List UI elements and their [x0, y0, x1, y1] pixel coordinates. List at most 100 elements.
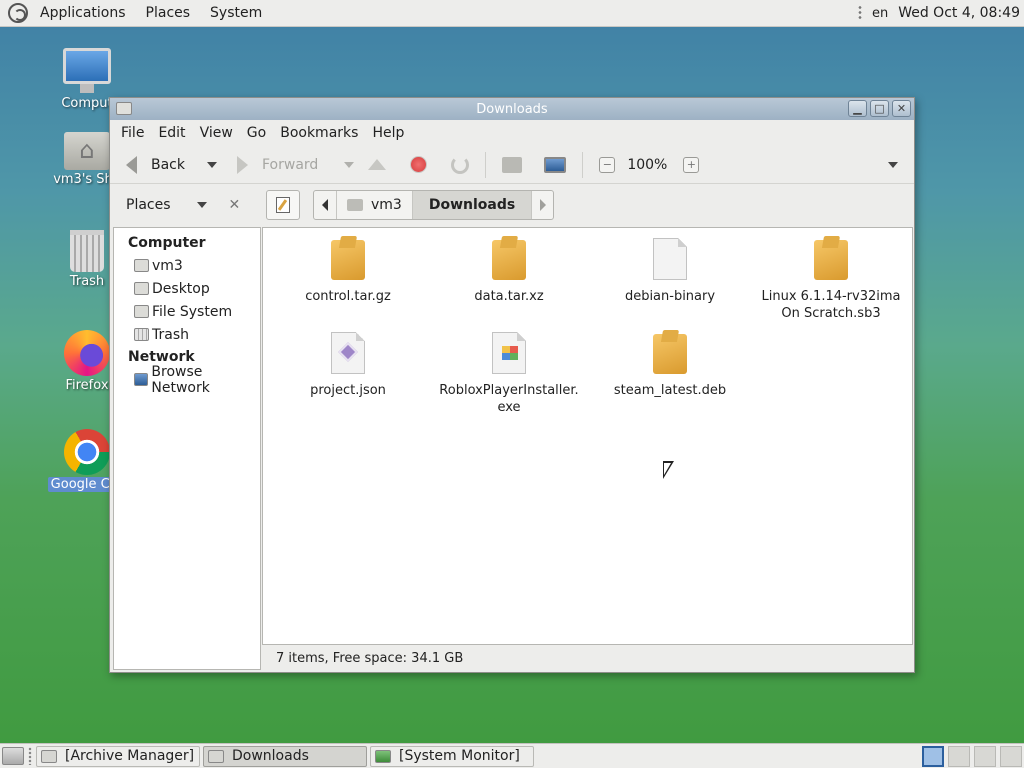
chevron-down-icon [196, 202, 207, 208]
file-item-debian-binary[interactable]: debian-binary [590, 238, 750, 305]
toolbar-separator [582, 151, 584, 178]
breadcrumb-vm3[interactable]: vm3 [336, 191, 412, 219]
taskbar-item-archive-manager[interactable]: [Archive Manager] [36, 745, 200, 767]
sidebar-item-label: File System [152, 303, 233, 320]
file-item-data-tar-xz[interactable]: data.tar.xz [429, 240, 589, 305]
exe-file-icon [492, 332, 526, 374]
drive-icon [134, 305, 149, 318]
menu-edit[interactable]: Edit [151, 125, 192, 141]
file-view[interactable]: control.tar.gz data.tar.xz debian-binary… [262, 227, 913, 645]
stop-icon [410, 156, 428, 173]
menu-file[interactable]: File [114, 125, 151, 141]
chevron-down-icon [344, 161, 355, 168]
mouse-pointer-icon [663, 461, 674, 479]
menu-bookmarks[interactable]: Bookmarks [273, 125, 365, 141]
archive-manager-icon [41, 749, 57, 763]
sidebar-selector[interactable]: Places ✕ [114, 185, 260, 225]
toolbar: Back Forward − 100% + [110, 146, 914, 184]
file-item-roblox-installer-exe[interactable]: RobloxPlayerInstaller. exe [429, 332, 589, 416]
clock[interactable]: Wed Oct 4, 08:49 [898, 5, 1020, 21]
computer-icon [63, 48, 111, 93]
sidebar-heading-computer: Computer [128, 235, 206, 251]
sidebar-item-file-system[interactable]: File System [114, 300, 260, 323]
reload-icon [451, 155, 470, 174]
location-row: Places ✕ vm3 Downloads [110, 185, 916, 225]
stop-button[interactable] [398, 150, 439, 180]
sidebar-item-trash[interactable]: Trash [114, 323, 260, 346]
minimize-button[interactable]: ▁ [848, 100, 867, 117]
zoom-in-button[interactable]: + [667, 150, 711, 180]
file-name: RobloxPlayerInstaller. exe [439, 383, 579, 415]
computer-button[interactable] [534, 150, 574, 180]
system-monitor-icon [375, 749, 391, 763]
trash-icon [134, 328, 149, 341]
forward-button[interactable]: Forward [231, 150, 324, 180]
menu-applications[interactable]: Applications [30, 5, 136, 21]
breadcrumb-scroll-right[interactable] [531, 191, 553, 219]
computer-icon [544, 156, 567, 173]
workspace-4[interactable] [1000, 745, 1022, 767]
status-text: 7 items, Free space: 34.1 GB [276, 650, 464, 666]
workspace-2[interactable] [948, 745, 970, 767]
close-sidebar-icon[interactable]: ✕ [229, 197, 241, 213]
chevron-left-icon [322, 199, 328, 211]
toolbar-overflow-button[interactable] [882, 150, 904, 180]
menubar: File Edit View Go Bookmarks Help [110, 120, 914, 146]
panel-handle-icon[interactable] [857, 5, 862, 21]
forward-history-dropdown[interactable] [324, 150, 368, 180]
back-history-dropdown[interactable] [191, 150, 231, 180]
breadcrumb-scroll-left[interactable] [314, 191, 336, 219]
back-label: Back [151, 156, 185, 173]
menu-go[interactable]: Go [240, 125, 273, 141]
chevron-down-icon [207, 161, 217, 168]
file-manager-window: Downloads ▁ □ ✕ File Edit View Go Bookma… [109, 97, 915, 673]
workspace-1[interactable] [922, 745, 944, 767]
menu-places[interactable]: Places [136, 5, 201, 21]
sidebar-item-browse-network[interactable]: Browse Network [114, 364, 260, 396]
show-desktop-button[interactable] [2, 747, 24, 765]
maximize-button[interactable]: □ [870, 100, 889, 117]
reload-button[interactable] [439, 150, 477, 180]
menu-view[interactable]: View [193, 125, 240, 141]
panel-handle-icon[interactable] [28, 747, 32, 765]
desktop-icon-label: Firefox [65, 378, 109, 393]
home-icon [502, 156, 523, 173]
file-name: data.tar.xz [474, 289, 544, 304]
package-icon [814, 240, 848, 280]
file-item-control-tar-gz[interactable]: control.tar.gz [268, 240, 428, 305]
package-icon [331, 240, 365, 280]
home-folder-icon [134, 259, 149, 272]
sidebar-item-label: Desktop [152, 280, 210, 297]
places-sidebar: Computer vm3 Desktop File System Trash N… [113, 227, 261, 670]
file-name: debian-binary [624, 289, 716, 304]
edit-icon [276, 197, 290, 213]
workspace-3[interactable] [974, 745, 996, 767]
taskbar-item-downloads[interactable]: Downloads [203, 745, 367, 767]
debian-logo-icon[interactable] [8, 3, 28, 23]
file-item-project-json[interactable]: project.json [268, 332, 428, 399]
folder-icon[interactable] [116, 102, 132, 115]
home-button[interactable] [494, 150, 534, 180]
window-titlebar[interactable]: Downloads ▁ □ ✕ [110, 98, 914, 120]
menu-help[interactable]: Help [365, 125, 411, 141]
close-button[interactable]: ✕ [892, 100, 911, 117]
breadcrumb-downloads[interactable]: Downloads [411, 191, 532, 219]
keyboard-layout-indicator[interactable]: en [872, 6, 888, 21]
edit-location-button[interactable] [266, 190, 300, 220]
zoom-out-button[interactable]: − [591, 150, 627, 180]
file-item-steam-latest-deb[interactable]: steam_latest.deb [590, 334, 750, 399]
toolbar-separator [485, 151, 487, 178]
sidebar-item-vm3[interactable]: vm3 [114, 254, 260, 277]
desktop-icon-label: Trash [69, 274, 105, 289]
up-button[interactable] [368, 150, 398, 180]
menu-system[interactable]: System [200, 5, 272, 21]
back-button[interactable]: Back [120, 150, 191, 180]
home-folder-icon [64, 132, 110, 170]
package-icon [653, 334, 687, 374]
taskbar-item-system-monitor[interactable]: [System Monitor] [370, 745, 534, 767]
file-name: Linux 6.1.14-rv32ima On Scratch.sb3 [761, 289, 901, 321]
breadcrumb: vm3 Downloads [313, 190, 555, 220]
file-item-linux-scratch-sb3[interactable]: Linux 6.1.14-rv32ima On Scratch.sb3 [751, 240, 911, 322]
sidebar-item-desktop[interactable]: Desktop [114, 277, 260, 300]
taskbar-item-label: [Archive Manager] [65, 748, 195, 764]
